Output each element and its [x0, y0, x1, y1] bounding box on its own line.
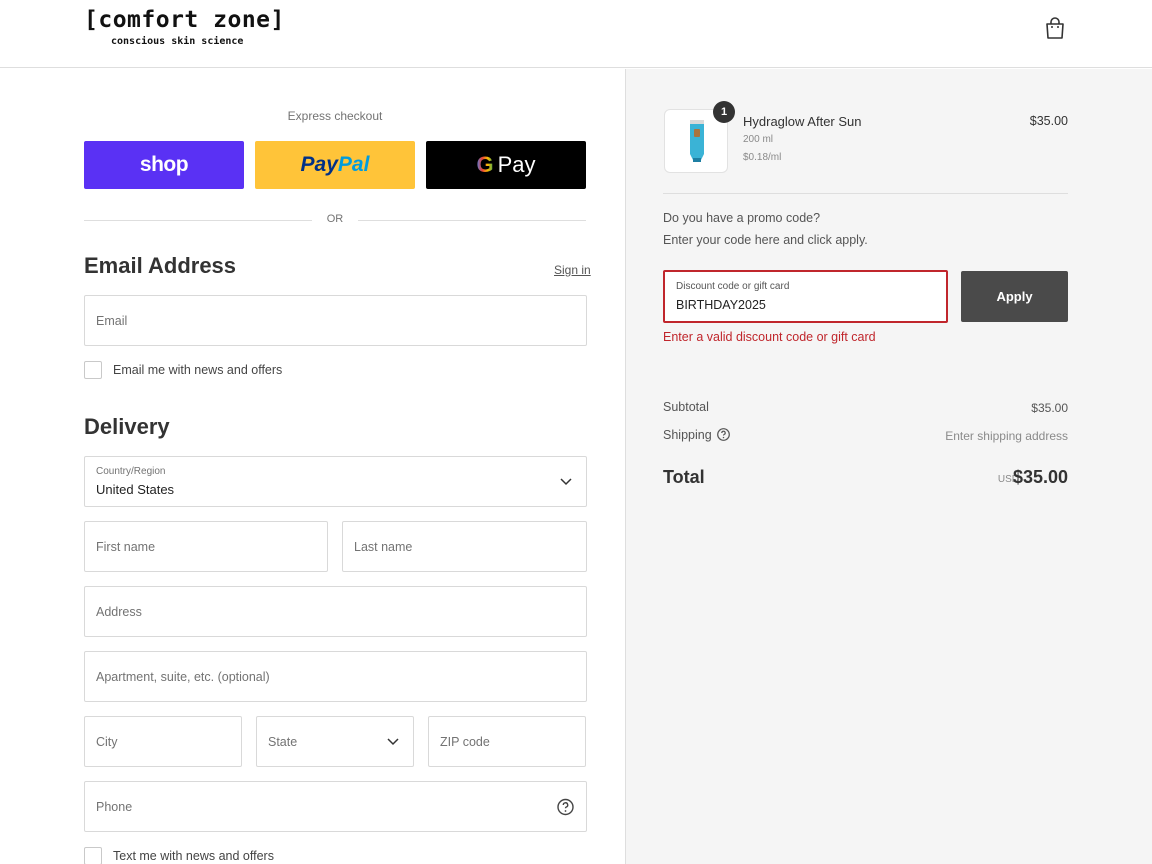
or-divider-left	[84, 220, 312, 221]
promo-question: Do you have a promo code?	[663, 211, 821, 225]
paypal-button[interactable]: Pay Pal	[255, 141, 415, 189]
shipping-row: Shipping	[663, 428, 730, 442]
google-pay-button[interactable]: G Pay	[426, 141, 586, 189]
or-divider-right	[358, 220, 586, 221]
promo-instruction: Enter your code here and click apply.	[663, 233, 868, 247]
zip-placeholder: ZIP code	[440, 734, 490, 749]
sms-newsletter-checkbox[interactable]	[84, 847, 102, 864]
last-name-placeholder: Last name	[354, 539, 413, 554]
google-g-icon: G	[476, 152, 494, 177]
product-size: 200 ml	[743, 134, 774, 145]
express-checkout-label: Express checkout	[287, 109, 383, 123]
delivery-section-title: Delivery	[84, 414, 170, 439]
state-select[interactable]: State	[256, 716, 414, 767]
state-placeholder: State	[268, 734, 298, 749]
quantity-badge: 1	[713, 101, 735, 123]
product-unit-price: $0.18/ml	[743, 152, 782, 163]
product-tube-image	[690, 120, 704, 162]
summary-divider	[663, 193, 1068, 194]
zip-input[interactable]: ZIP code	[428, 716, 586, 767]
chevron-down-icon	[387, 737, 399, 745]
subtotal-label: Subtotal	[663, 400, 709, 414]
apartment-placeholder: Apartment, suite, etc. (optional)	[96, 669, 270, 684]
discount-code-value: BIRTHDAY2025	[676, 298, 766, 312]
country-value: United States	[96, 482, 175, 497]
shipping-label: Shipping	[663, 428, 712, 442]
discount-error-message: Enter a valid discount code or gift card	[663, 330, 876, 344]
email-newsletter-label: Email me with news and offers	[113, 363, 283, 377]
apartment-input[interactable]: Apartment, suite, etc. (optional)	[84, 651, 587, 702]
email-placeholder: Email	[96, 313, 128, 328]
phone-input[interactable]: Phone	[84, 781, 587, 832]
address-placeholder: Address	[96, 604, 142, 619]
paypal-label-pay: Pay	[300, 153, 338, 176]
brand-tagline: conscious skin science	[111, 36, 244, 47]
city-placeholder: City	[96, 734, 118, 749]
email-input[interactable]: Email	[84, 295, 587, 346]
chevron-down-icon	[560, 477, 572, 485]
shipping-value: Enter shipping address	[945, 429, 1068, 443]
order-summary-panel: 1 Hydraglow After Sun 200 ml $0.18/ml $3…	[626, 69, 1152, 864]
discount-code-input[interactable]: Discount code or gift card BIRTHDAY2025	[663, 270, 948, 323]
total-value: $35.00	[1012, 467, 1068, 487]
email-newsletter-checkbox[interactable]	[84, 361, 102, 379]
shop-pay-label: shop	[139, 153, 189, 176]
sms-newsletter-label: Text me with news and offers	[113, 849, 274, 863]
discount-code-label: Discount code or gift card	[676, 281, 790, 292]
subtotal-value: $35.00	[1031, 401, 1068, 415]
paypal-label-pal: Pal	[337, 153, 370, 176]
first-name-input[interactable]: First name	[84, 521, 328, 572]
shop-pay-button[interactable]: shop	[84, 141, 244, 189]
help-circle-icon[interactable]	[716, 428, 730, 441]
brand-name: [comfort zone]	[84, 7, 285, 33]
checkout-form-panel: Express checkout shop Pay Pal G Pay OR Ema…	[0, 69, 626, 864]
brand-logo[interactable]: [comfort zone] conscious skin science	[84, 6, 285, 47]
phone-placeholder: Phone	[96, 799, 133, 814]
header: [comfort zone] conscious skin science	[0, 0, 1152, 68]
country-select[interactable]: Country/Region United States	[84, 456, 587, 507]
last-name-input[interactable]: Last name	[342, 521, 587, 572]
email-section-title: Email Address	[84, 253, 237, 278]
country-label: Country/Region	[96, 466, 166, 477]
address-input[interactable]: Address	[84, 586, 587, 637]
city-input[interactable]: City	[84, 716, 242, 767]
product-name: Hydraglow After Sun	[743, 114, 862, 129]
shopping-bag-icon[interactable]	[1044, 16, 1066, 40]
apply-discount-button[interactable]: Apply	[961, 271, 1068, 322]
help-circle-icon[interactable]	[557, 798, 574, 815]
or-divider-text: OR	[326, 213, 344, 225]
sign-in-link[interactable]: Sign in	[554, 263, 591, 277]
total-label: Total	[663, 467, 705, 487]
first-name-placeholder: First name	[96, 539, 156, 554]
google-pay-label: Pay	[497, 152, 536, 177]
product-price: $35.00	[1029, 114, 1068, 128]
